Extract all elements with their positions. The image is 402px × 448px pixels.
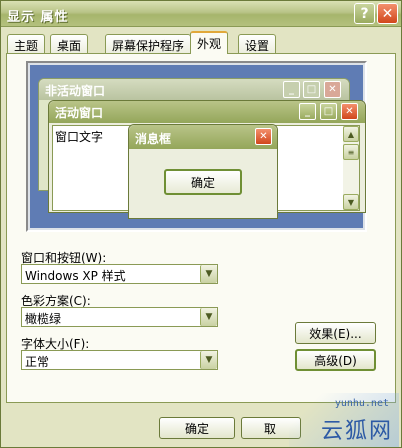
close-icon: ✕ bbox=[341, 103, 358, 120]
color-scheme-select[interactable]: 橄榄绿 ▼ bbox=[21, 307, 218, 327]
tab-desktop[interactable]: 桌面 bbox=[50, 34, 89, 53]
minimize-icon: _ bbox=[299, 103, 316, 120]
minimize-icon: _ bbox=[283, 81, 300, 98]
tab-themes[interactable]: 主题 bbox=[7, 34, 46, 53]
ok-button[interactable]: 确定 bbox=[159, 417, 235, 439]
help-button[interactable]: ? bbox=[354, 3, 375, 24]
message-box-ok-button: 确定 bbox=[164, 169, 242, 195]
close-icon: ✕ bbox=[381, 5, 394, 22]
close-icon: ✕ bbox=[324, 81, 341, 98]
effects-button[interactable]: 效果(E)... bbox=[295, 322, 376, 344]
scroll-thumb: ≡ bbox=[343, 144, 359, 160]
title-bar[interactable]: 显示 属性 ? ✕ bbox=[1, 1, 401, 27]
tab-appearance[interactable]: 外观 bbox=[190, 31, 229, 54]
scroll-down-icon: ▼ bbox=[343, 194, 359, 210]
preview-scrollbar: ▲ ≡ ▼ bbox=[343, 126, 359, 210]
display-properties-window: 显示 属性 ? ✕ 主题 桌面 屏幕保护程序 外观 设置 非活动窗口 _ □ ✕… bbox=[0, 0, 402, 448]
chevron-down-icon[interactable]: ▼ bbox=[200, 265, 217, 283]
tab-settings[interactable]: 设置 bbox=[238, 34, 277, 53]
help-icon: ? bbox=[360, 5, 369, 22]
font-size-value: 正常 bbox=[25, 355, 50, 369]
watermark-url: yunhu.net bbox=[334, 398, 389, 409]
preview-desktop: 非活动窗口 _ □ ✕ 活动窗口 _ □ ✕ 窗口文字 ▲ ≡ ▼ 消息框 ✕ … bbox=[30, 65, 366, 228]
windows-buttons-select[interactable]: Windows XP 样式 ▼ bbox=[21, 264, 218, 284]
maximize-icon: □ bbox=[320, 103, 337, 120]
scroll-up-icon: ▲ bbox=[343, 126, 359, 142]
tab-screensaver[interactable]: 屏幕保护程序 bbox=[105, 34, 192, 53]
appearance-preview: 非活动窗口 _ □ ✕ 活动窗口 _ □ ✕ 窗口文字 ▲ ≡ ▼ 消息框 ✕ … bbox=[26, 61, 367, 232]
windows-buttons-value: Windows XP 样式 bbox=[25, 269, 126, 283]
close-button[interactable]: ✕ bbox=[377, 3, 398, 24]
close-icon: ✕ bbox=[255, 128, 272, 145]
color-scheme-value: 橄榄绿 bbox=[25, 312, 62, 326]
maximize-icon: □ bbox=[303, 81, 320, 98]
chevron-down-icon[interactable]: ▼ bbox=[200, 308, 217, 326]
advanced-button[interactable]: 高级(D) bbox=[295, 349, 376, 371]
chevron-down-icon[interactable]: ▼ bbox=[200, 351, 217, 369]
watermark: yunhu.net 云狐网 bbox=[289, 393, 399, 447]
watermark-text: 云狐网 bbox=[320, 419, 393, 444]
font-size-select[interactable]: 正常 ▼ bbox=[21, 350, 218, 370]
window-text-sample: 窗口文字 bbox=[55, 130, 104, 144]
window-title: 显示 属性 bbox=[7, 10, 69, 25]
active-window-title: 活动窗口 bbox=[49, 101, 365, 123]
message-box-preview: 消息框 ✕ 确定 bbox=[128, 124, 278, 219]
